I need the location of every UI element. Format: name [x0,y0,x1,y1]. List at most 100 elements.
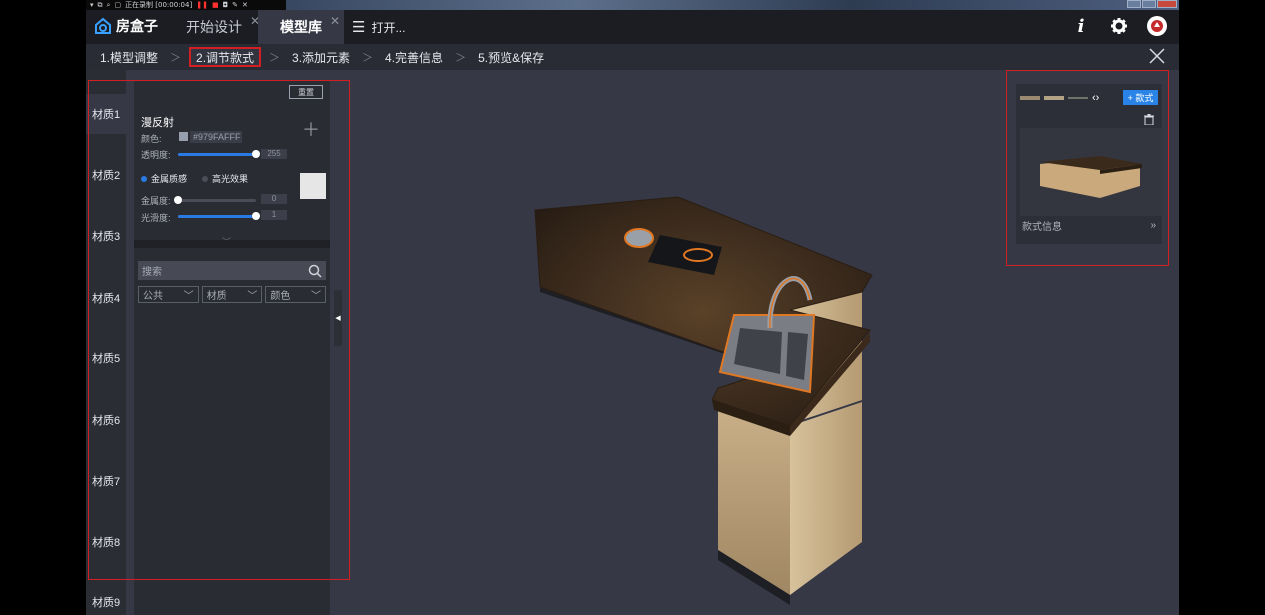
material-item[interactable]: 材质9 [86,582,126,615]
filter-dropdown[interactable]: 公共 ﹀ [138,286,199,303]
material-item[interactable]: 材质8 [86,522,126,562]
recorder-zoom-icon[interactable]: ⌕ [107,1,111,10]
metalness-label: 金属度: [141,196,171,206]
metalness-slider-knob[interactable] [174,196,182,204]
step-navigation: 1.模型调整 ＞ 2.调节款式 ＞ 3.添加元素 ＞ 4.完善信息 ＞ 5.预览… [86,44,1179,70]
avatar[interactable] [1145,14,1169,38]
filter-label: 材质 [206,291,227,302]
close-icon[interactable] [1147,46,1167,69]
gloss-option-label: 高光效果 [212,174,249,184]
info-icon[interactable]: i [1069,14,1093,38]
chevron-down-icon: ﹀ [247,291,258,302]
step-preview-save[interactable]: 5.预览&保存 [474,47,548,67]
tab-model-library[interactable]: 模型库 ✕ [258,10,344,44]
recorder-close-icon[interactable]: ✕ [242,1,248,9]
open-label: 打开... [371,20,406,35]
chevron-down-icon: ﹀ [183,291,194,302]
house-logo-icon [95,17,111,34]
chevron-right-icon: ＞ [269,52,281,64]
maximize-button[interactable] [1142,0,1156,8]
chevron-down-icon: ﹀ [311,291,322,302]
tab-start-design[interactable]: 开始设计 ✕ [186,10,260,44]
material-item[interactable]: 材质3 [86,216,126,256]
material-item[interactable]: 材质4 [86,278,126,318]
opacity-slider[interactable] [178,150,260,158]
step-complete-info[interactable]: 4.完善信息 [381,47,447,67]
menu-icon: ☰ [352,19,366,36]
add-icon[interactable]: ＋ [302,116,320,142]
material-item[interactable]: 材质1 [86,94,126,134]
cabinet-leg-side [790,402,862,595]
smoothness-slider-knob[interactable] [252,212,260,220]
recorder-stop-icon[interactable]: ■ [212,1,219,9]
radio-unselected-icon [202,175,208,182]
material-list: 材质1 材质2 材质3 材质4 材质5 材质6 材质7 材质8 材质9 [86,70,126,615]
material-item[interactable]: 材质2 [86,155,126,195]
metal-option-label: 金属质感 [151,174,188,184]
search-placeholder: 搜索 [142,267,162,278]
style-info-bar[interactable]: 款式信息 » [1016,216,1162,234]
color-swatch[interactable] [179,132,188,141]
brand-name: 房盒子 [116,18,158,34]
recorder-pause-icon[interactable]: ❚❚ [196,1,208,9]
tab-label: 模型库 [280,19,322,35]
step-adjust-style[interactable]: 2.调节款式 [189,47,262,67]
metal-option[interactable]: 金属质感 [141,172,187,185]
material-item[interactable]: 材质7 [86,461,126,501]
opacity-value[interactable]: 255 [261,149,287,159]
add-style-button[interactable]: + 款式 [1123,90,1158,105]
recorder-pen-icon[interactable]: ✎ [232,1,238,9]
style-thumbnail[interactable] [1068,95,1088,101]
filter-row: 公共 ﹀ 材质 ﹀ 颜色 ﹀ [138,286,327,303]
tab-label: 开始设计 [186,19,242,35]
gear-icon[interactable] [1107,14,1131,38]
pot-highlight [624,228,654,248]
reset-button[interactable]: 重置 [289,85,323,99]
trash-icon[interactable] [1144,114,1154,125]
chevron-right-icon: ＞ [170,52,182,64]
double-chevron-down-icon: » [1150,219,1156,231]
style-thumbnail-strip: ‹› [1020,92,1099,104]
opacity-slider-knob[interactable] [252,150,260,158]
recorder-window-icon[interactable]: ▢ [114,1,121,9]
metalness-value[interactable]: 0 [261,194,287,204]
smoothness-slider-fill [178,215,256,218]
style-info-label: 款式信息 [1022,221,1062,233]
collapse-panel-handle[interactable]: ◀ [334,290,342,346]
code-brackets-icon[interactable]: ‹› [1092,92,1099,104]
open-menu-button[interactable]: ☰ 打开... [352,10,405,44]
material-item[interactable]: 材质5 [86,338,126,378]
radio-selected-icon [141,175,147,182]
search-input[interactable]: 搜索 [138,261,326,280]
material-item[interactable]: 材质6 [86,400,126,440]
chevron-right-icon: ＞ [362,52,374,64]
recorder-menu-icon[interactable]: ▾ [90,1,94,9]
close-window-button[interactable] [1157,0,1177,8]
smoothness-label: 光滑度: [141,213,171,223]
color-hex-field[interactable]: #979FAFFF [190,131,242,143]
diffuse-title: 漫反射 [141,117,174,129]
filter-dropdown[interactable]: 材质 ﹀ [201,286,263,303]
chevron-right-icon: ＞ [455,52,467,64]
brand-logo[interactable]: 房盒子 [94,16,158,36]
material-preview-swatch[interactable] [300,173,326,199]
style-preview-image[interactable] [1020,128,1162,216]
step-model-adjust[interactable]: 1.模型调整 [96,47,162,67]
smoothness-slider[interactable] [178,212,260,220]
search-icon[interactable] [308,264,322,278]
step-add-elements[interactable]: 3.添加元素 [288,47,354,67]
style-thumbnail[interactable] [1020,95,1040,101]
metalness-slider[interactable] [174,196,256,204]
close-icon[interactable]: ✕ [330,14,340,28]
filter-dropdown[interactable]: 颜色 ﹀ [265,286,327,303]
minimize-button[interactable] [1127,0,1141,8]
caret-left-icon: ◀ [335,315,341,322]
recorder-camera-icon[interactable]: ◘ [223,1,229,9]
filter-label: 公共 [143,291,163,302]
smoothness-value[interactable]: 1 [261,210,287,220]
recorder-status: 正在录制 [00:00:04] [125,1,193,9]
gloss-option[interactable]: 高光效果 [202,172,248,185]
color-label: 颜色: [141,134,162,144]
style-thumbnail[interactable] [1044,95,1064,101]
recorder-copy-icon[interactable]: ⧉ [98,1,103,10]
